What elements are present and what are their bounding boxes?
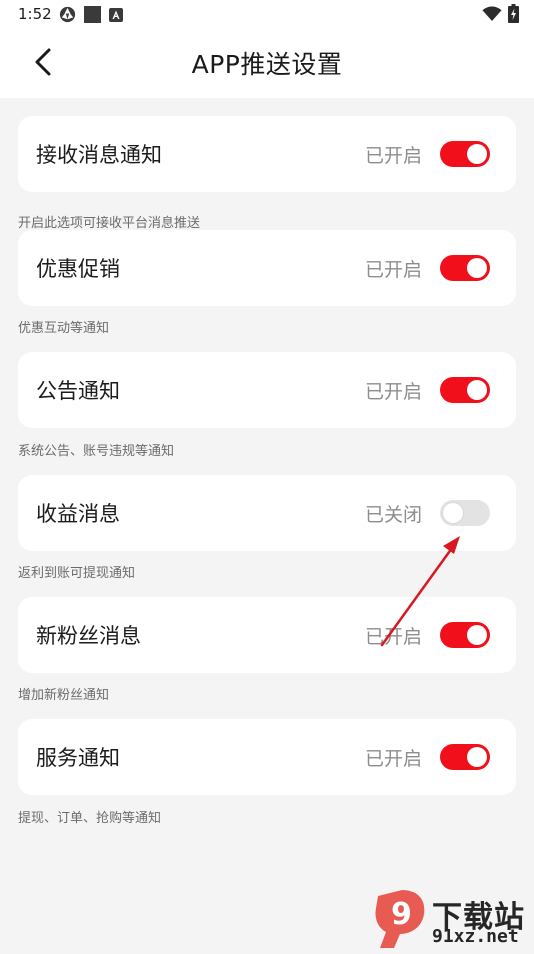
toggle-knob: [467, 625, 487, 645]
setting-description: 系统公告、账号违规等通知: [18, 444, 175, 459]
setting-description: 开启此选项可接收平台消息推送: [18, 216, 201, 231]
toggle-switch-receive-notifications[interactable]: [440, 141, 490, 167]
setting-status: 已开启: [364, 145, 422, 167]
setting-status: 已开启: [364, 259, 422, 281]
watermark-logo: 9 下载站 91xz.net: [372, 888, 534, 950]
setting-card-new-followers: 新粉丝消息 已开启: [18, 597, 516, 673]
setting-status: 已开启: [364, 626, 422, 648]
watermark-9-logo-icon: 9: [375, 890, 425, 948]
toggle-knob: [443, 503, 463, 523]
status-bar: 1:52: [0, 0, 534, 30]
app-header: APP推送设置: [0, 30, 534, 98]
toggle-switch-new-followers[interactable]: [440, 622, 490, 648]
toggle-switch-announcements[interactable]: [440, 377, 490, 403]
battery-charging-icon: [508, 4, 519, 28]
setting-label: 收益消息: [36, 502, 120, 526]
setting-label: 新粉丝消息: [36, 624, 141, 648]
setting-label: 公告通知: [36, 379, 120, 403]
setting-label: 优惠促销: [36, 257, 120, 281]
setting-description: 提现、订单、抢购等通知: [18, 811, 162, 826]
toggle-switch-promotions[interactable]: [440, 255, 490, 281]
setting-status: 已开启: [364, 748, 422, 770]
setting-description: 优惠互动等通知: [18, 321, 110, 336]
setting-description: 返利到账可提现通知: [18, 566, 136, 581]
setting-card-earnings: 收益消息 已关闭: [18, 475, 516, 551]
a-badge-icon: [109, 7, 123, 26]
toggle-knob: [467, 747, 487, 767]
toggle-switch-earnings[interactable]: [440, 500, 490, 526]
toggle-switch-service-notifications[interactable]: [440, 744, 490, 770]
wifi-icon: [482, 6, 502, 26]
setting-label: 接收消息通知: [36, 143, 162, 167]
setting-description: 增加新粉丝通知: [18, 688, 110, 703]
toggle-knob: [467, 144, 487, 164]
setting-card-service-notifications: 服务通知 已开启: [18, 719, 516, 795]
square-notification-icon: [84, 6, 101, 27]
watermark-site: 91xz.net: [432, 926, 519, 947]
toggle-knob: [467, 258, 487, 278]
watermark-logo-text: 9: [391, 897, 412, 932]
settings-app-icon: [58, 5, 77, 28]
page-title: APP推送设置: [191, 50, 343, 79]
setting-label: 服务通知: [36, 746, 120, 770]
setting-card-promotions: 优惠促销 已开启: [18, 230, 516, 306]
toggle-knob: [467, 380, 487, 400]
setting-status: 已开启: [364, 381, 422, 403]
setting-card-receive-notifications: 接收消息通知 已开启: [18, 116, 516, 192]
setting-status: 已关闭: [364, 504, 422, 526]
setting-card-announcements: 公告通知 已开启: [18, 352, 516, 428]
status-time: 1:52: [18, 5, 52, 23]
